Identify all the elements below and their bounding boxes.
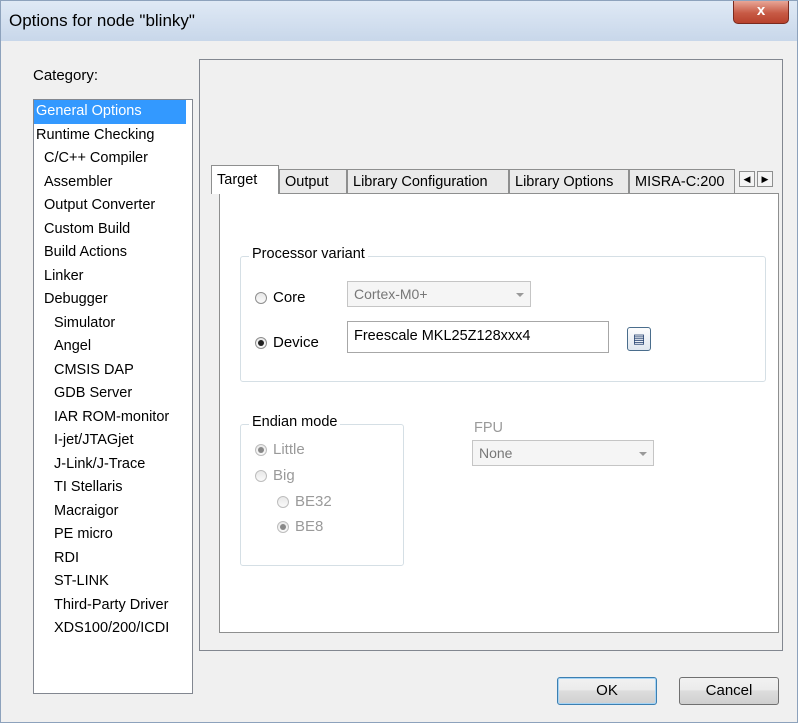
tab-library-options[interactable]: Library Options [509,169,629,193]
tab-target[interactable]: Target [211,165,279,194]
tab-misra-c[interactable]: MISRA-C:200 [629,169,735,193]
category-item[interactable]: Simulator [34,312,192,336]
core-select-value: Cortex-M0+ [354,286,428,302]
cancel-label: Cancel [705,682,753,699]
big-radio-button[interactable] [255,469,267,482]
window-title: Options for node "blinky" [9,11,195,30]
be32-radio[interactable]: BE32 [277,493,332,510]
tab-label: Library Configuration [353,174,488,190]
category-item[interactable]: XDS100/200/ICDI [34,617,192,641]
category-item[interactable]: Custom Build [34,218,192,242]
title-bar[interactable]: Options for node "blinky" x [1,1,797,41]
chevron-down-icon [516,293,524,297]
tab-label: MISRA-C:200 [635,174,725,190]
core-select[interactable]: Cortex-M0+ [347,281,531,307]
scroll-left-icon[interactable]: ◀ [739,171,755,187]
little-label: Little [273,441,305,458]
category-item[interactable]: RDI [34,547,192,571]
endian-mode-group: Endian mode Little Big BE32 BE8 [240,414,404,566]
target-tab-page: Processor variant Core Cortex-M0+ Device… [219,193,779,633]
fpu-select[interactable]: None [472,440,654,466]
tab-library-configuration[interactable]: Library Configuration [347,169,509,193]
little-radio[interactable]: Little [255,441,305,458]
category-item[interactable]: CMSIS DAP [34,359,192,383]
device-field[interactable]: Freescale MKL25Z128xxx4 [347,321,609,353]
category-item[interactable]: Macraigor [34,500,192,524]
endian-mode-title: Endian mode [249,414,341,430]
device-label: Device [273,334,319,351]
core-radio[interactable]: Core [255,289,306,306]
category-item[interactable]: General Options [34,100,186,124]
category-item[interactable]: Angel [34,335,192,359]
category-label: Category: [33,67,99,84]
category-item[interactable]: Debugger [34,288,192,312]
big-radio[interactable]: Big [255,467,295,484]
category-item[interactable]: Output Converter [34,194,192,218]
be8-radio[interactable]: BE8 [277,518,323,535]
category-item[interactable]: TI Stellaris [34,476,192,500]
device-radio-button[interactable] [255,336,267,349]
fpu-label: FPU [474,420,503,436]
device-value: Freescale MKL25Z128xxx4 [354,328,531,344]
fpu-select-value: None [479,445,513,461]
category-list[interactable]: General Options Runtime Checking C/C++ Com… [33,99,193,694]
category-item[interactable]: Build Actions [34,241,192,265]
device-radio[interactable]: Device [255,334,319,351]
core-radio-button[interactable] [255,291,267,304]
tab-label: Target [217,172,258,188]
category-item[interactable]: J-Link/J-Trace [34,453,192,477]
device-browse-button[interactable]: ▤ [627,327,651,351]
category-item[interactable]: IAR ROM-monitor [34,406,192,430]
be32-radio-button[interactable] [277,495,289,508]
category-item[interactable]: C/C++ Compiler [34,147,192,171]
scroll-right-icon[interactable]: ▶ [757,171,773,187]
close-button[interactable]: x [733,1,789,24]
processor-variant-title: Processor variant [249,246,368,262]
be8-radio-button[interactable] [277,520,289,533]
tab-output[interactable]: Output [279,169,347,193]
ok-label: OK [596,682,618,699]
category-item[interactable]: I-jet/JTAGjet [34,429,192,453]
device-browse-icon: ▤ [632,331,646,346]
cancel-button[interactable]: Cancel [679,677,779,705]
category-item[interactable]: PE micro [34,523,192,547]
ok-button[interactable]: OK [557,677,657,705]
category-item[interactable]: Linker [34,265,192,289]
be8-label: BE8 [295,518,324,535]
tab-label: Output [285,174,329,190]
category-item[interactable]: ST-LINK [34,570,192,594]
chevron-down-icon [639,452,647,456]
close-icon: x [756,2,766,19]
category-item[interactable]: Runtime Checking [34,124,192,148]
category-item[interactable]: Third-Party Driver [34,594,192,618]
little-radio-button[interactable] [255,443,267,456]
category-item[interactable]: Assembler [34,171,192,195]
be32-label: BE32 [295,493,332,510]
category-item[interactable]: GDB Server [34,382,192,406]
options-dialog: Options for node "blinky" x Category: Ge… [0,0,798,723]
tab-label: Library Options [515,174,614,190]
processor-variant-group: Processor variant Core Cortex-M0+ Device… [240,246,766,382]
big-label: Big [273,467,295,484]
core-label: Core [273,289,306,306]
